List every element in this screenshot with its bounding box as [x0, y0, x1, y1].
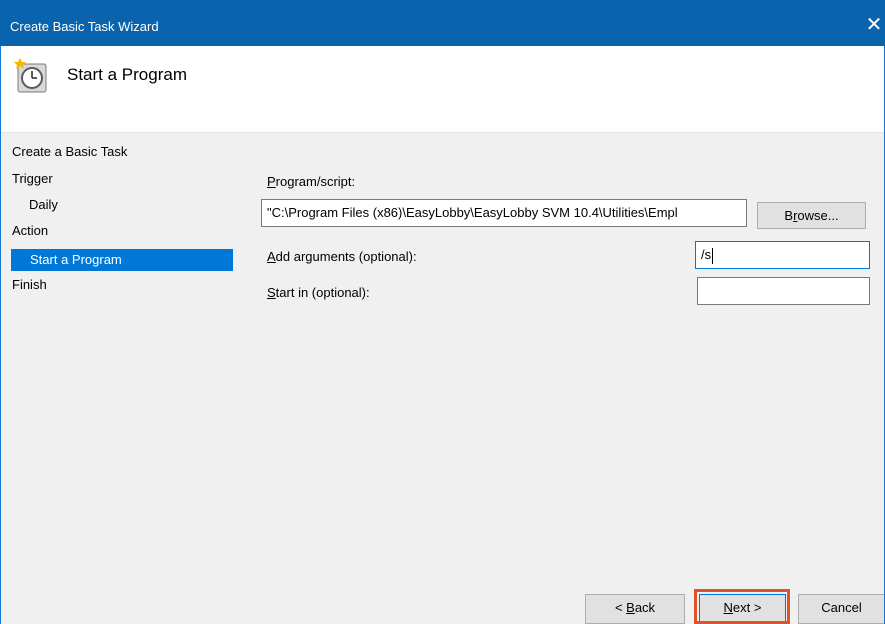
- add-arguments-input[interactable]: /s: [695, 241, 870, 269]
- wizard-header: Start a Program: [0, 46, 885, 132]
- step-daily[interactable]: Daily: [29, 194, 58, 216]
- step-finish[interactable]: Finish: [12, 274, 47, 296]
- program-script-input[interactable]: "C:\Program Files (x86)\EasyLobby\EasyLo…: [261, 199, 747, 227]
- window-title: Create Basic Task Wizard: [10, 19, 159, 34]
- step-action[interactable]: Action: [12, 220, 48, 242]
- browse-button[interactable]: Browse...: [757, 202, 866, 229]
- page-title: Start a Program: [67, 65, 187, 84]
- start-in-label: Start in (optional):: [267, 285, 370, 300]
- step-trigger[interactable]: Trigger: [12, 168, 53, 190]
- step-create-basic-task[interactable]: Create a Basic Task: [12, 141, 127, 163]
- start-in-input[interactable]: [697, 277, 870, 305]
- title-bar: Create Basic Task Wizard ✕: [0, 0, 885, 46]
- window-border-left: [0, 46, 1, 624]
- program-script-label: Program/script:: [267, 174, 356, 189]
- header-divider: [0, 132, 885, 133]
- close-button[interactable]: ✕: [863, 12, 885, 38]
- back-button[interactable]: < Back: [585, 594, 685, 624]
- close-icon: ✕: [865, 14, 883, 36]
- step-start-a-program[interactable]: Start a Program: [11, 249, 233, 271]
- add-arguments-label: Add arguments (optional):: [267, 249, 417, 264]
- text-caret: [712, 247, 714, 264]
- task-scheduler-clock-icon: [14, 58, 47, 93]
- next-button-highlight: [694, 589, 790, 624]
- cancel-button[interactable]: Cancel: [798, 594, 885, 624]
